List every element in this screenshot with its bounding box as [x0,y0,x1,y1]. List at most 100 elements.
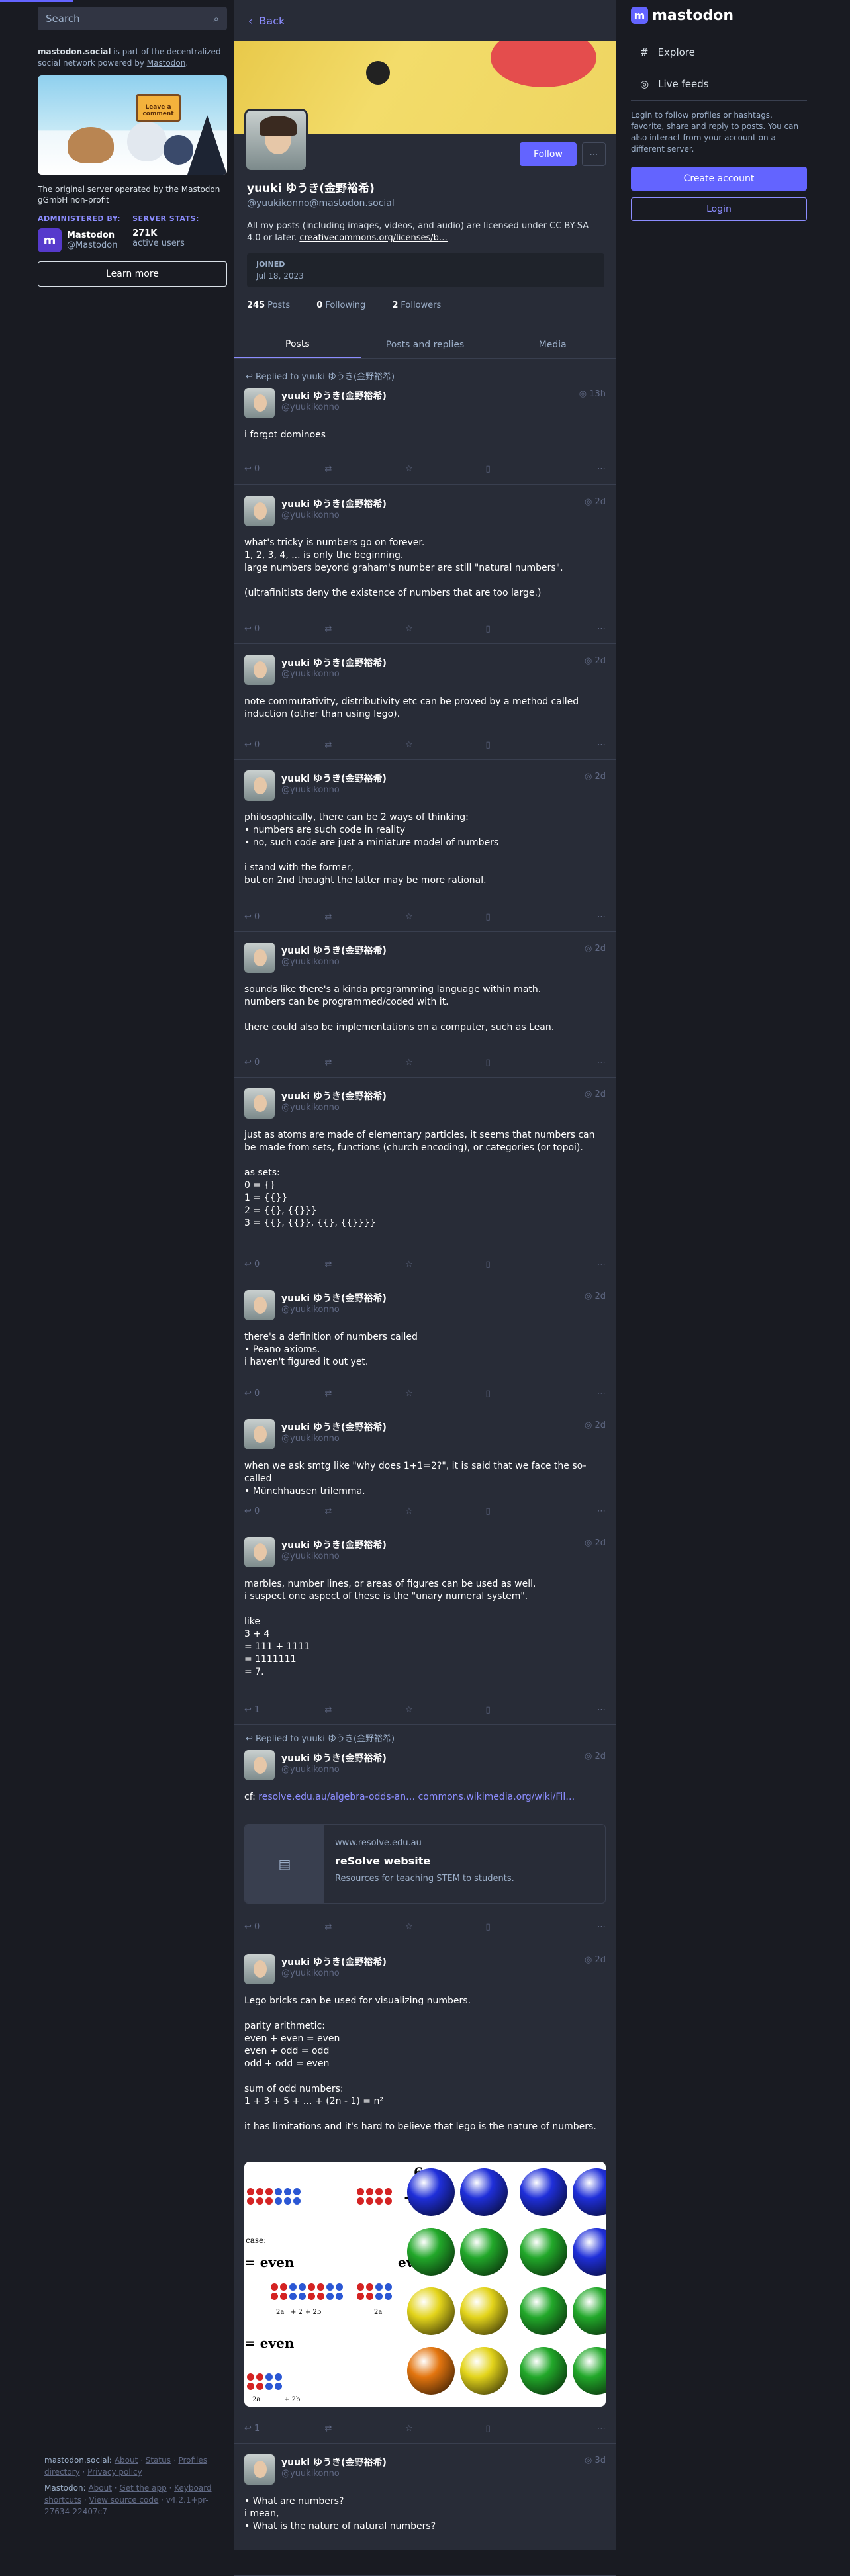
bookmark-button[interactable]: ▯ [486,1260,526,1269]
post-media[interactable]: 6case:= eveneven= even2a+ 2+ 2b2a2a+ 2b+ [244,2162,606,2407]
reply-button[interactable]: ↩ 0 [244,1058,284,1068]
boost-button[interactable]: ⇄ [325,1058,365,1068]
following-count[interactable]: 0 Following [316,300,377,310]
more-icon[interactable]: ⋯ [566,1058,606,1068]
favorite-button[interactable]: ☆ [405,1506,445,1516]
post-time[interactable]: ◎ 2d [585,1291,606,1301]
tab-posts[interactable]: Posts [234,331,361,358]
post-author-name[interactable]: yuuki ゆうき(金野裕希) [281,2456,387,2469]
reply-button[interactable]: ↩ 0 [244,464,284,474]
search-input[interactable]: Search ⌕ [38,7,227,30]
post-avatar[interactable] [244,655,275,685]
profile-avatar[interactable] [244,109,308,172]
tab-posts-and-replies[interactable]: Posts and replies [361,331,489,358]
footer-get-app[interactable]: Get the app [119,2483,166,2493]
post-avatar[interactable] [244,943,275,973]
post-avatar[interactable] [244,388,275,418]
reply-button[interactable]: ↩ 0 [244,740,284,750]
post-time[interactable]: ◎ 2d [585,1420,606,1430]
more-icon[interactable]: ⋯ [566,912,606,922]
reply-button[interactable]: ↩ 1 [244,1705,284,1715]
bookmark-button[interactable]: ▯ [486,1506,526,1516]
post-time[interactable]: ◎ 2d [585,1955,606,1965]
reply-button[interactable]: ↩ 0 [244,1389,284,1399]
bookmark-button[interactable]: ▯ [486,1705,526,1715]
more-icon[interactable]: ⋯ [566,1260,606,1269]
footer-about[interactable]: About [115,2456,138,2465]
favorite-button[interactable]: ☆ [405,1058,445,1068]
more-icon[interactable]: ⋯ [566,1506,606,1516]
favorite-button[interactable]: ☆ [405,464,445,474]
back-button[interactable]: ‹ Back [234,0,616,41]
follow-button[interactable]: Follow [520,142,577,166]
post-author-name[interactable]: yuuki ゆうき(金野裕希) [281,1291,387,1305]
post-avatar[interactable] [244,770,275,801]
boost-button[interactable]: ⇄ [325,464,365,474]
license-link[interactable]: creativecommons.org/licenses/b… [299,233,448,243]
learn-more-button[interactable]: Learn more [38,261,227,287]
favorite-button[interactable]: ☆ [405,1389,445,1399]
favorite-button[interactable]: ☆ [405,1260,445,1269]
footer-about-mastodon[interactable]: About [88,2483,111,2493]
post-time[interactable]: ◎ 13h [579,389,606,399]
reply-button[interactable]: ↩ 0 [244,1506,284,1516]
boost-button[interactable]: ⇄ [325,1389,365,1399]
post-avatar[interactable] [244,1750,275,1780]
nav-live-feeds[interactable]: ◎ Live feeds [631,68,807,100]
post-time[interactable]: ◎ 2d [585,1089,606,1099]
mastodon-logo[interactable]: m mastodon [631,7,807,24]
nav-explore[interactable]: # Explore [631,36,807,68]
reply-button[interactable]: ↩ 0 [244,1922,284,1932]
more-icon[interactable]: ⋯ [566,1389,606,1399]
more-icon[interactable]: ⋯ [566,2424,606,2434]
post-time[interactable]: ◎ 2d [585,497,606,507]
post-time[interactable]: ◎ 2d [585,944,606,954]
post-author-name[interactable]: yuuki ゆうき(金野裕希) [281,1089,387,1103]
bookmark-button[interactable]: ▯ [486,2424,526,2434]
post-link[interactable]: resolve.edu.au/algebra-odds-an… [258,1792,415,1802]
boost-button[interactable]: ⇄ [325,1260,365,1269]
bookmark-button[interactable]: ▯ [486,912,526,922]
post-author-name[interactable]: yuuki ゆうき(金野裕希) [281,1420,387,1434]
post-time[interactable]: ◎ 2d [585,1538,606,1548]
favorite-button[interactable]: ☆ [405,2424,445,2434]
post-link[interactable]: commons.wikimedia.org/wiki/Fil… [418,1792,575,1802]
create-account-button[interactable]: Create account [631,167,807,191]
post-avatar[interactable] [244,1419,275,1449]
bookmark-button[interactable]: ▯ [486,1058,526,1068]
media-image-lego-parity[interactable]: 6case:= eveneven= even2a+ 2+ 2b2a2a+ 2b+ [244,2162,432,2407]
admin-avatar[interactable]: m [38,228,62,252]
boost-button[interactable]: ⇄ [325,1705,365,1715]
tab-media[interactable]: Media [489,331,616,358]
reply-button[interactable]: ↩ 1 [244,2424,284,2434]
reply-button[interactable]: ↩ 0 [244,624,284,634]
boost-button[interactable]: ⇄ [325,624,365,634]
more-icon[interactable]: ⋯ [566,464,606,474]
post-author-name[interactable]: yuuki ゆうき(金野裕希) [281,1538,387,1551]
posts-count[interactable]: 245 Posts [247,300,302,310]
post-author-name[interactable]: yuuki ゆうき(金野裕希) [281,656,387,669]
post-avatar[interactable] [244,496,275,526]
post-avatar[interactable] [244,1290,275,1320]
reply-button[interactable]: ↩ 0 [244,912,284,922]
favorite-button[interactable]: ☆ [405,1922,445,1932]
more-icon[interactable]: ⋯ [566,740,606,750]
media-image-marbles[interactable] [407,2162,606,2407]
bookmark-button[interactable]: ▯ [486,740,526,750]
bookmark-button[interactable]: ▯ [486,1922,526,1932]
more-icon[interactable]: ⋯ [582,142,606,166]
post-avatar[interactable] [244,1954,275,1984]
more-icon[interactable]: ⋯ [566,1922,606,1932]
boost-button[interactable]: ⇄ [325,1922,365,1932]
boost-button[interactable]: ⇄ [325,740,365,750]
post-avatar[interactable] [244,2454,275,2485]
post-author-name[interactable]: yuuki ゆうき(金野裕希) [281,1751,387,1765]
post-avatar[interactable] [244,1537,275,1567]
favorite-button[interactable]: ☆ [405,624,445,634]
reply-button[interactable]: ↩ 0 [244,1260,284,1269]
bookmark-button[interactable]: ▯ [486,464,526,474]
bookmark-button[interactable]: ▯ [486,1389,526,1399]
footer-privacy[interactable]: Privacy policy [87,2467,142,2477]
boost-button[interactable]: ⇄ [325,1506,365,1516]
boost-button[interactable]: ⇄ [325,912,365,922]
